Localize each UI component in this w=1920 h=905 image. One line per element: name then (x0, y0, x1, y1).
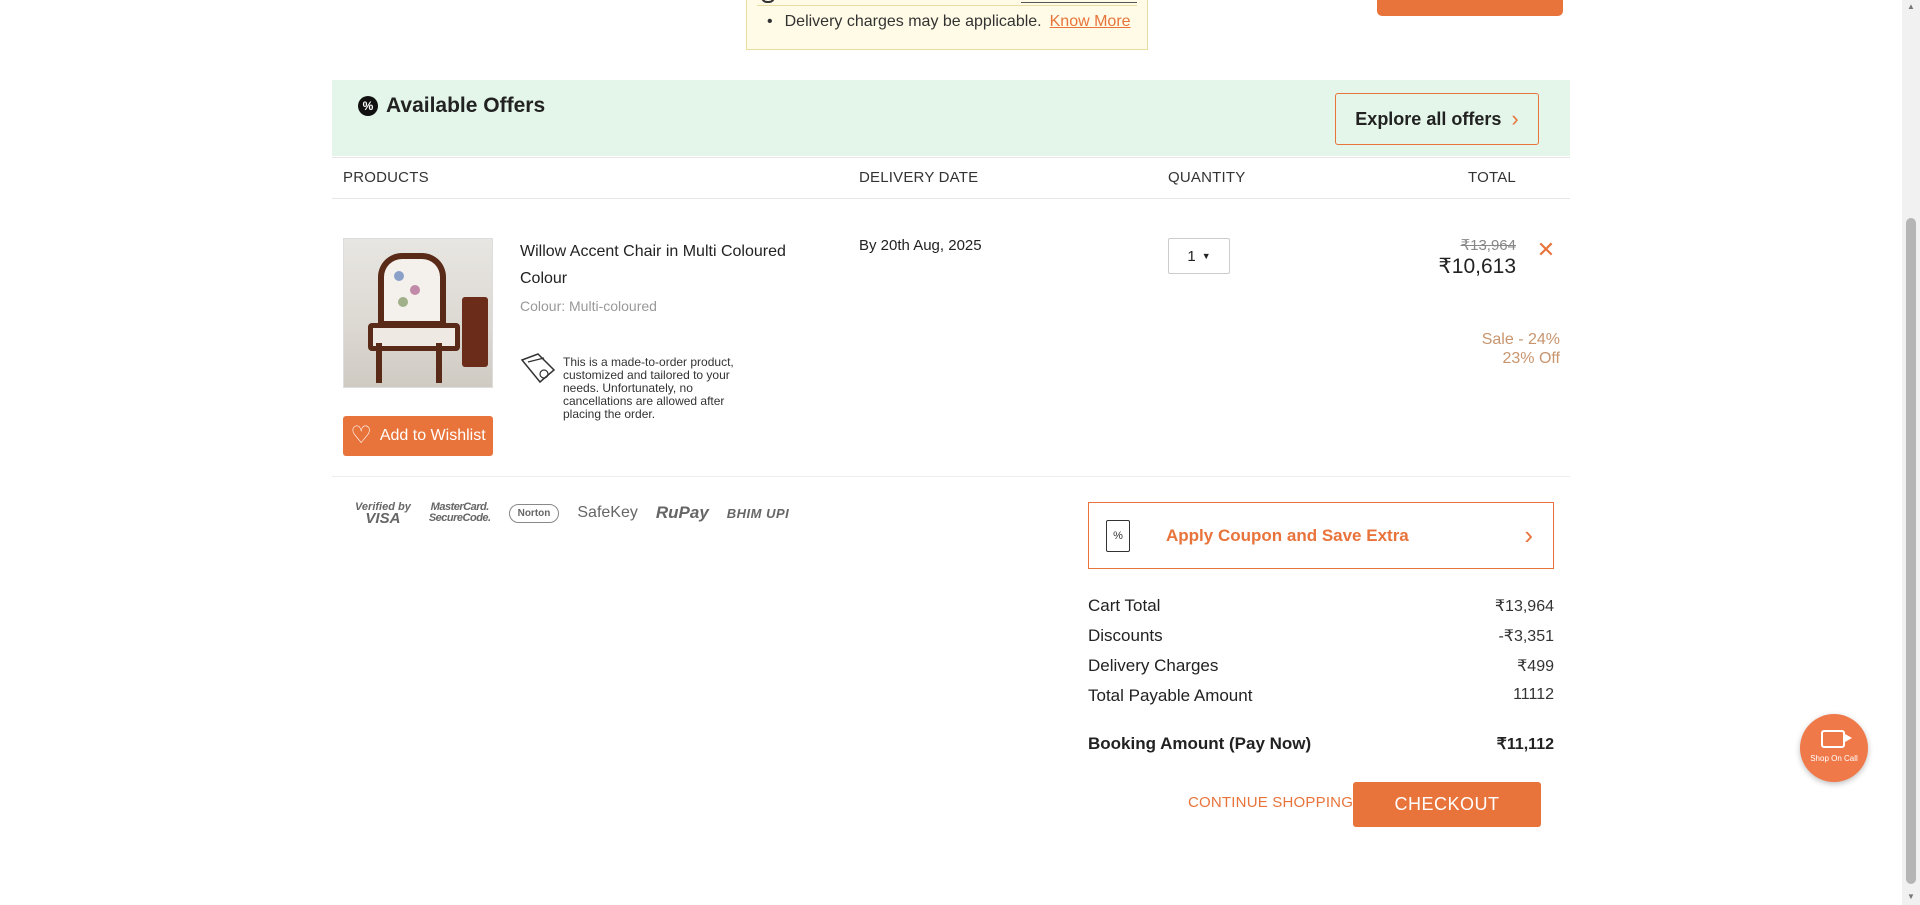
rupay-logo: RuPay (655, 503, 709, 522)
payable-value: 11112 (1513, 686, 1554, 703)
scrollbar-thumb[interactable] (1906, 218, 1916, 884)
booking-label: Booking Amount (Pay Now) (1088, 734, 1312, 753)
video-call-icon (1821, 730, 1852, 748)
chair-back-shape (378, 253, 446, 327)
delivery-date: By 20th Aug, 2025 (859, 237, 982, 254)
print-dot (394, 271, 404, 281)
norton-logo: Norton (508, 503, 560, 523)
payable-label: Total Payable Amount (1088, 686, 1253, 705)
add-to-wishlist-button[interactable]: ♡ Add to Wishlist (343, 416, 493, 456)
summary-cart-total: Cart Total ₹13,964 (1088, 596, 1554, 622)
shop-on-call-button[interactable]: Shop On Call (1800, 714, 1868, 782)
notice-row: • Delivery charges may be applicable. Know… (767, 13, 1131, 31)
cart-table-header: PRODUCTS DELIVERY DATE QUANTITY TOTAL (332, 157, 1570, 199)
chevron-right-icon: › (1511, 106, 1519, 131)
discount-badge-icon: % (358, 96, 378, 116)
quantity-select[interactable]: 1 ▼ (1168, 238, 1230, 274)
delivery-charges-label: Delivery Charges (1088, 656, 1219, 675)
summary-payable: Total Payable Amount 11112 (1088, 686, 1554, 712)
delivery-notice: • Delivery charges may be applicable. Know… (746, 0, 1148, 50)
remove-item-close-icon[interactable]: ✕ (1536, 239, 1556, 261)
coupon-icon: % (1106, 519, 1130, 552)
sale-percent: Sale - 24% (1481, 331, 1560, 348)
sale-info: Sale - 24% 23% Off (1420, 330, 1560, 368)
scroll-up-arrow-icon[interactable]: ▲ (1906, 2, 1916, 11)
heart-icon: ♡ (350, 422, 372, 449)
know-more-link[interactable]: Know More (1050, 13, 1131, 30)
mc-line2: SecureCode. (428, 512, 491, 524)
checkout-button[interactable]: CHECKOUT (1353, 782, 1541, 827)
bhim-upi-logo: BHIM UPI (726, 505, 790, 521)
product-mrp: ₹13,964 (1460, 237, 1516, 254)
delivery-charges-value: ₹499 (1517, 658, 1554, 675)
side-table-shape (462, 297, 488, 367)
mastercard-securecode-logo: MasterCard. SecureCode. (429, 502, 491, 524)
made-to-order-note: This is a made-to-order product, customi… (563, 355, 734, 421)
product-name[interactable]: Willow Accent Chair in Multi Coloured Co… (520, 238, 790, 292)
scroll-down-arrow-icon[interactable]: ▼ (1906, 892, 1916, 901)
summary-discounts: Discounts -₹3,351 (1088, 626, 1554, 652)
cart-total-value: ₹13,964 (1494, 598, 1554, 615)
coupon-label: Apply Coupon and Save Extra (1166, 525, 1409, 545)
print-dot (398, 297, 408, 307)
chair-leg (376, 343, 382, 383)
header-products: PRODUCTS (343, 169, 429, 186)
product-price: ₹10,613 (1438, 255, 1516, 278)
summary-delivery: Delivery Charges ₹499 (1088, 656, 1554, 682)
header-total: TOTAL (1468, 169, 1516, 186)
discounts-label: Discounts (1088, 626, 1163, 645)
product-colour: Colour: Multi-coloured (520, 298, 657, 314)
caret-down-icon: ▼ (1201, 251, 1211, 261)
visa-line2: VISA (365, 510, 401, 527)
print-dot (410, 285, 420, 295)
row-divider (332, 476, 1570, 477)
header-quantity: QUANTITY (1168, 169, 1246, 186)
booking-value: ₹11,112 (1496, 736, 1554, 753)
notice-cut-link[interactable] (1021, 0, 1137, 3)
wishlist-label: Add to Wishlist (379, 427, 486, 444)
off-percent: 23% Off (1502, 350, 1560, 367)
header-delivery-date: DELIVERY DATE (859, 169, 979, 186)
explore-offers-button[interactable]: Explore all offers › (1335, 93, 1539, 145)
offers-title: % Available Offers (358, 94, 545, 118)
apply-coupon-button[interactable]: % Apply Coupon and Save Extra › (1088, 502, 1554, 569)
made-to-order-icon (520, 353, 556, 384)
shop-on-call-label: Shop On Call (1810, 754, 1858, 763)
safekey-logo: SafeKey (577, 504, 638, 521)
payment-logos: Verified by VISA MasterCard. SecureCode. N… (355, 497, 789, 529)
quantity-value: 1 (1187, 247, 1196, 265)
discounts-value: -₹3,351 (1498, 628, 1554, 645)
chevron-right-icon: › (1524, 520, 1533, 550)
product-image[interactable] (343, 238, 493, 388)
continue-shopping-link[interactable]: CONTINUE SHOPPING (1188, 794, 1353, 811)
top-action-button[interactable] (1377, 0, 1563, 16)
notice-text: Delivery charges may be applicable. (784, 13, 1042, 30)
offers-banner: % Available Offers Explore all offers › (332, 80, 1570, 156)
summary-booking-amount: Booking Amount (Pay Now) ₹11,112 (1088, 734, 1554, 760)
offers-title-text: Available Offers (386, 94, 546, 117)
explore-offers-label: Explore all offers (1355, 108, 1502, 129)
bullet-icon: • (767, 13, 773, 30)
cart-total-label: Cart Total (1088, 596, 1161, 615)
chair-leg (436, 343, 442, 383)
verified-by-visa-logo: Verified by VISA (355, 501, 411, 527)
